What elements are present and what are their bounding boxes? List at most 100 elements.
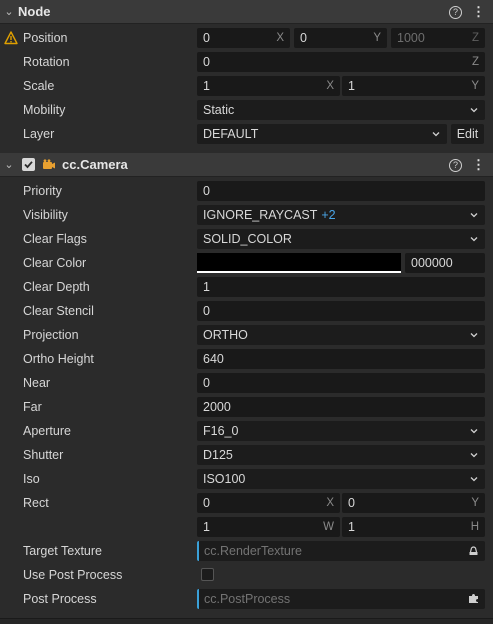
near-label: Near: [23, 376, 51, 390]
far-field[interactable]: 2000: [197, 397, 485, 417]
clear-color-swatch[interactable]: [197, 253, 401, 273]
help-icon[interactable]: ?: [449, 5, 462, 19]
camera-section-title: cc.Camera: [62, 157, 128, 172]
more-icon[interactable]: ⋮: [472, 157, 485, 173]
clear-color-hex-field[interactable]: 000000: [405, 253, 485, 273]
target-texture-asset-field[interactable]: cc.RenderTexture: [197, 541, 485, 561]
rect-h-value: 1: [348, 520, 355, 534]
visibility-extra-count: +2: [321, 208, 336, 222]
position-row: Position 0 X 0 Y 1000 Z: [0, 26, 493, 50]
target-texture-row: Target Texture cc.RenderTexture: [0, 539, 493, 563]
clear-stencil-label: Clear Stencil: [23, 304, 94, 318]
rotation-label: Rotation: [23, 55, 70, 69]
use-post-process-label: Use Post Process: [23, 568, 123, 582]
axis-x-label: X: [326, 497, 334, 509]
chevron-down-icon: [470, 477, 478, 482]
iso-select[interactable]: ISO100: [197, 469, 485, 489]
rotation-value: 0: [203, 55, 210, 69]
position-z-field[interactable]: 1000 Z: [391, 28, 485, 48]
position-x-field[interactable]: 0 X: [197, 28, 290, 48]
layer-edit-button[interactable]: Edit: [451, 124, 484, 144]
projection-row: Projection ORTHO: [0, 323, 493, 347]
clear-color-label: Clear Color: [23, 256, 87, 270]
rect-y-value: 0: [348, 496, 355, 510]
check-icon: [24, 161, 33, 169]
chevron-down-icon: [470, 333, 478, 338]
texture-icon[interactable]: [468, 545, 479, 556]
priority-row: Priority 0: [0, 179, 493, 203]
rect-size-row: 1 W 1 H: [0, 515, 493, 539]
clear-depth-field[interactable]: 1: [197, 277, 485, 297]
use-post-process-checkbox[interactable]: [201, 568, 214, 581]
rect-y-field[interactable]: 0 Y: [342, 493, 485, 513]
warning-icon: [4, 31, 18, 45]
priority-label: Priority: [23, 184, 62, 198]
puzzle-icon[interactable]: [468, 593, 479, 604]
camera-section-header[interactable]: ⌄ cc.Camera ? ⋮: [0, 153, 493, 177]
priority-field[interactable]: 0: [197, 181, 485, 201]
chevron-down-icon: [470, 108, 478, 113]
layer-value: DEFAULT: [203, 127, 259, 141]
clear-flags-select[interactable]: SOLID_COLOR: [197, 229, 485, 249]
clear-depth-row: Clear Depth 1: [0, 275, 493, 299]
rect-h-field[interactable]: 1 H: [342, 517, 485, 537]
use-post-process-row: Use Post Process: [0, 563, 493, 587]
panel-bottom-edge: [0, 618, 493, 624]
axis-z-label: Z: [471, 32, 479, 44]
clear-flags-label: Clear Flags: [23, 232, 87, 246]
mobility-select[interactable]: Static: [197, 100, 485, 120]
clear-stencil-row: Clear Stencil 0: [0, 299, 493, 323]
axis-x-label: X: [276, 32, 284, 44]
node-section-header[interactable]: ⌄ Node ? ⋮: [0, 0, 493, 24]
node-section-title: Node: [18, 4, 51, 19]
axis-x-label: X: [326, 80, 334, 92]
axis-y-label: Y: [471, 497, 479, 509]
aperture-select[interactable]: F16_0: [197, 421, 485, 441]
chevron-down-icon: [432, 132, 440, 137]
post-process-placeholder: cc.PostProcess: [204, 592, 291, 606]
ortho-height-field[interactable]: 640: [197, 349, 485, 369]
axis-h-label: H: [470, 521, 479, 533]
chevron-down-icon: [470, 453, 478, 458]
visibility-select[interactable]: IGNORE_RAYCAST +2: [197, 205, 485, 225]
scale-x-value: 1: [203, 79, 210, 93]
clear-depth-label: Clear Depth: [23, 280, 90, 294]
chevron-down-icon[interactable]: ⌄: [0, 158, 18, 171]
rect-w-field[interactable]: 1 W: [197, 517, 340, 537]
rect-x-value: 0: [203, 496, 210, 510]
rect-x-field[interactable]: 0 X: [197, 493, 340, 513]
scale-y-value: 1: [348, 79, 355, 93]
axis-y-label: Y: [373, 32, 381, 44]
position-y-field[interactable]: 0 Y: [294, 28, 387, 48]
ortho-height-label: Ortho Height: [23, 352, 94, 366]
rotation-row: Rotation 0 Z: [0, 50, 493, 74]
scale-y-field[interactable]: 1 Y: [342, 76, 485, 96]
layer-select[interactable]: DEFAULT: [197, 124, 447, 144]
camera-enabled-checkbox[interactable]: [22, 158, 35, 171]
more-icon[interactable]: ⋮: [472, 4, 485, 20]
scale-label: Scale: [23, 79, 55, 93]
help-icon[interactable]: ?: [449, 158, 462, 172]
clear-stencil-field[interactable]: 0: [197, 301, 485, 321]
iso-label: Iso: [23, 472, 40, 486]
position-label: Position: [23, 31, 68, 45]
target-texture-label: Target Texture: [23, 544, 102, 558]
visibility-row: Visibility IGNORE_RAYCAST +2: [0, 203, 493, 227]
post-process-asset-field[interactable]: cc.PostProcess: [197, 589, 485, 609]
projection-select[interactable]: ORTHO: [197, 325, 485, 345]
shutter-label: Shutter: [23, 448, 64, 462]
chevron-down-icon[interactable]: ⌄: [0, 5, 18, 18]
post-process-label: Post Process: [23, 592, 97, 606]
mobility-label: Mobility: [23, 103, 66, 117]
near-field[interactable]: 0: [197, 373, 485, 393]
axis-y-label: Y: [471, 80, 479, 92]
shutter-select[interactable]: D125: [197, 445, 485, 465]
target-texture-placeholder: cc.RenderTexture: [204, 544, 302, 558]
scale-x-field[interactable]: 1 X: [197, 76, 340, 96]
iso-value: ISO100: [203, 472, 246, 486]
mobility-row: Mobility Static: [0, 98, 493, 122]
rotation-field[interactable]: 0 Z: [197, 52, 485, 72]
position-y-value: 0: [300, 31, 307, 45]
rect-w-value: 1: [203, 520, 210, 534]
camera-icon: [43, 159, 55, 169]
